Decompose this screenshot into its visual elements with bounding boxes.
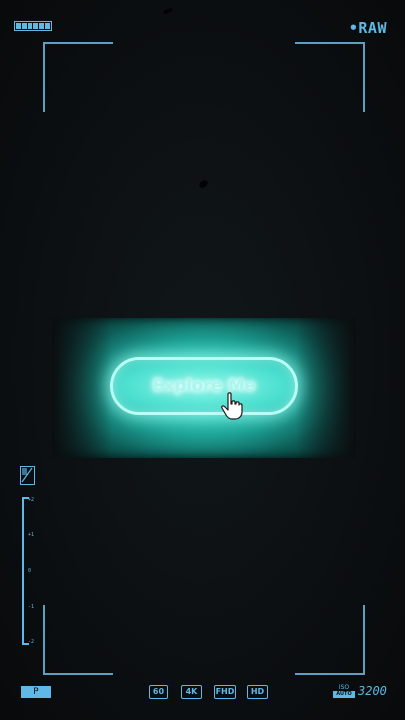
raw-format-label: •RAW [348, 19, 387, 37]
iso-auto-label: AUTO [333, 691, 355, 698]
dust-speck [162, 7, 174, 15]
resolution-fhd-badge[interactable]: FHD [214, 685, 236, 699]
exposure-scale[interactable]: +2 +1 0 -1 -2 [22, 497, 42, 645]
hand-pointer-icon [221, 392, 243, 420]
exposure-tick: -2 [28, 639, 35, 645]
iso-label: ISO [338, 684, 350, 691]
frame-corner-bottom-right [295, 605, 365, 675]
resolution-4k-badge[interactable]: 4K [181, 685, 202, 699]
exposure-icon [20, 466, 35, 485]
exposure-tick: +2 [28, 497, 35, 503]
iso-value: 3200 [358, 684, 387, 698]
iso-badge[interactable]: ISO AUTO [333, 684, 355, 700]
exposure-tick: 0 [28, 568, 32, 574]
frame-corner-top-left [43, 42, 113, 112]
frame-corner-top-right [295, 42, 365, 112]
glow-panel: Explore Me [52, 318, 356, 458]
resolution-hd-badge[interactable]: HD [247, 685, 268, 699]
explore-me-button[interactable]: Explore Me [110, 357, 298, 415]
framerate-badge[interactable]: 60 [149, 685, 168, 699]
exposure-tick: +1 [28, 532, 35, 538]
exposure-tick: -1 [28, 604, 35, 610]
dust-speck [198, 178, 209, 190]
shooting-mode-badge[interactable]: P [21, 686, 51, 698]
battery-icon [14, 21, 52, 31]
frame-corner-bottom-left [43, 605, 113, 675]
camera-viewfinder: •RAW Explore Me +2 +1 0 -1 -2 P 60 4K FH… [0, 0, 405, 720]
